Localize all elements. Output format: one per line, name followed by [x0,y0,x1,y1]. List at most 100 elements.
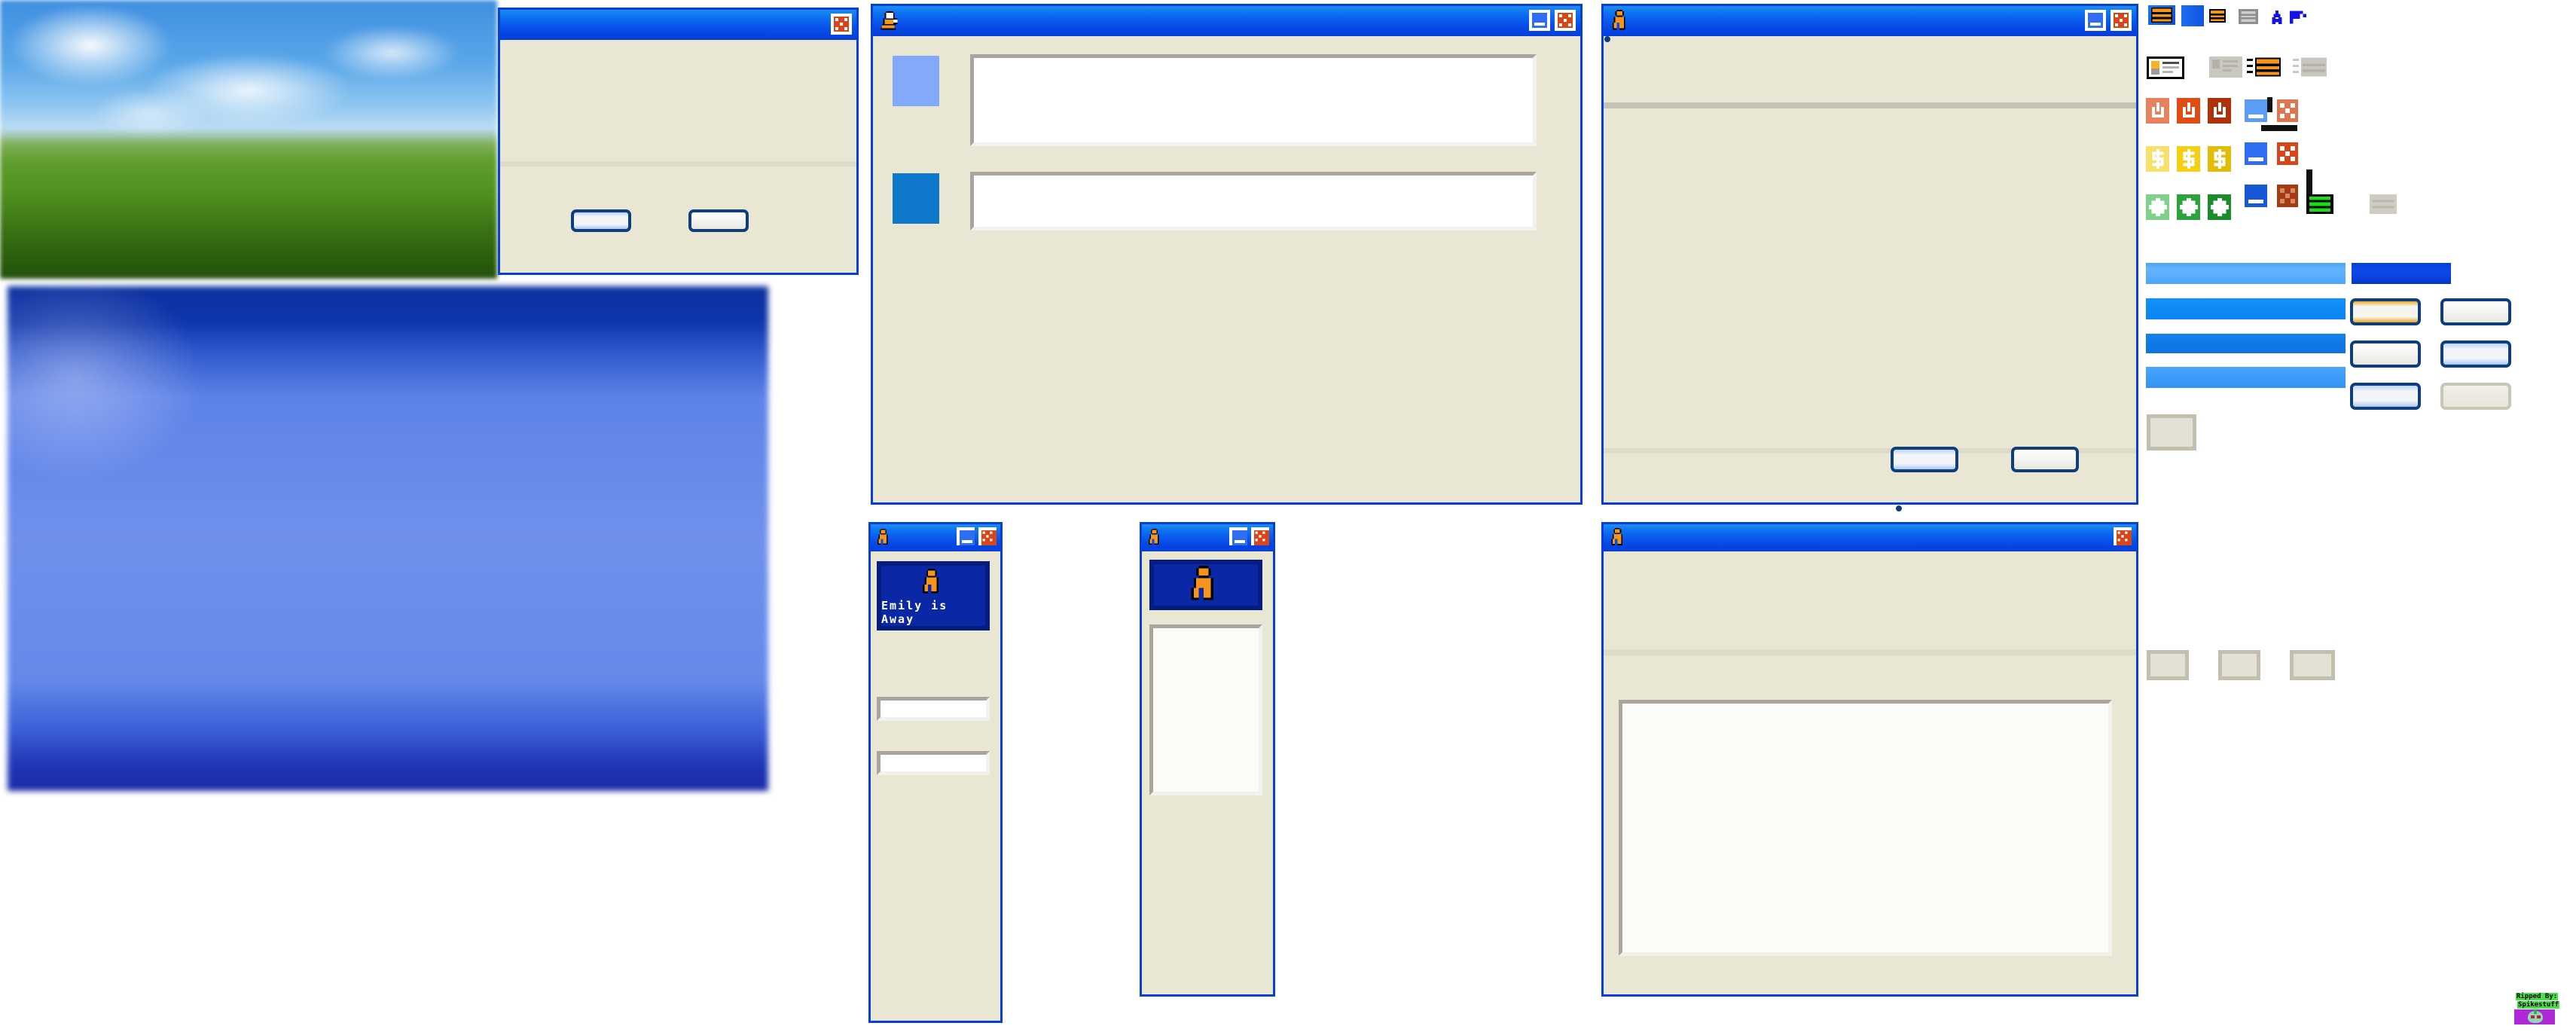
aim-blank-blue-tile[interactable] [2181,5,2204,26]
buddy-list-titlebar[interactable] [1604,6,2136,36]
mail-glyph [2301,57,2327,77]
dialog-small-titlebar[interactable] [500,10,856,40]
snowflake-icon-dark[interactable] [2208,194,2231,220]
tab-swatch-2[interactable] [2218,650,2260,680]
dollar-icon-dark[interactable] [2208,146,2231,172]
signin-window[interactable] [871,4,1583,505]
buddy-list-primary-action-button[interactable] [1891,447,1958,472]
buddy-info-card-disabled-icon[interactable] [2209,56,2242,78]
buddy-list-signon-button[interactable] [1896,505,1902,511]
buddy-small-banner [1149,560,1262,610]
close-icon-dark[interactable] [2277,185,2298,207]
cursor-ibeam-sprite [2261,125,2297,131]
im-window-titlebar[interactable] [1604,524,2136,551]
buddy-list-body [1604,36,2136,511]
button-hot-swatch[interactable] [2350,298,2421,325]
im-window-controls [2114,527,2132,545]
away-splash-window[interactable]: Emily is Away [868,522,1003,1023]
dialog-small-window[interactable] [498,8,859,275]
send-mail-disabled-icon[interactable] [2293,56,2330,79]
snowflake-icon-mid[interactable] [2177,194,2200,220]
tab-swatch-3[interactable] [2290,650,2335,680]
close-glyph [982,531,993,542]
close-icon[interactable] [2114,527,2132,545]
away-splash-field-2[interactable] [877,751,990,775]
buddy-small-list[interactable] [1149,624,1262,795]
tab-swatch-1[interactable] [2147,650,2189,680]
button-disabled-swatch[interactable] [2440,383,2511,410]
screen-name-swatch [893,56,939,106]
im-window-body [1604,551,2136,994]
close-glyph [2117,531,2128,542]
watermark-line2: Spikestuff [2517,1001,2560,1009]
button-normal-swatch[interactable] [2440,298,2511,325]
close-glyph [2280,188,2295,203]
watermark: Ripped By: Spikestuff [2511,978,2570,1024]
dialog-small-secondary-button[interactable] [688,209,749,232]
button-focus-swatch[interactable] [2440,340,2511,368]
im-window-toolbar-separator [1604,649,2136,655]
xp-wallpaper-thumbnail [0,0,497,279]
close-icon[interactable] [831,14,852,35]
minimize-icon-mid[interactable] [2245,142,2267,165]
mail-glyph [2241,11,2256,22]
close-icon[interactable] [1251,527,1269,545]
buddy-list-window[interactable] [1601,4,2138,511]
buddy-small-window[interactable] [1140,522,1275,997]
buddy-small-titlebar[interactable] [1142,524,1273,551]
close-icon[interactable] [2111,10,2132,31]
screen-name-input[interactable] [970,54,1537,146]
close-icon[interactable] [978,527,997,545]
buddy-small-window-controls [1229,527,1269,545]
letter-a-glyph [2269,9,2285,26]
away-splash-titlebar[interactable] [871,524,1000,551]
cursor-caret-sprite [2267,97,2272,112]
aim-mail-tile-blue-icon[interactable] [2148,5,2175,25]
dollar-glyph [2152,149,2164,169]
dollar-icon-mid[interactable] [2177,146,2200,172]
aim-running-man-large-icon [1191,565,1213,600]
aim-running-man-icon [1146,528,1164,548]
away-splash-window-controls [957,527,997,545]
minimize-icon-dark[interactable] [2245,185,2267,207]
snowflake-icon-light[interactable] [2146,194,2169,220]
buddy-small-list-content [1153,628,1259,633]
dialog-small-separator [500,161,856,166]
minimize-icon[interactable] [1229,527,1247,545]
button-pressed-swatch[interactable] [2350,340,2421,368]
close-icon-light[interactable] [2277,99,2298,122]
mail-glyph [2309,197,2330,212]
power-icon-dark[interactable] [2208,98,2231,124]
minimize-icon[interactable] [2085,10,2106,31]
away-splash-body: Emily is Away [871,551,1000,1021]
power-icon-mid[interactable] [2177,98,2200,124]
buddy-list-secondary-action-button[interactable] [2011,447,2079,472]
send-mail-orange-icon[interactable] [2247,56,2285,79]
minimize-icon[interactable] [957,527,975,545]
aim-running-man-white-icon [879,9,902,33]
minimize-icon[interactable] [1529,10,1550,31]
close-glyph [2280,146,2295,161]
close-icon[interactable] [1555,10,1576,31]
minimize-icon-light[interactable] [2245,99,2267,122]
signin-titlebar[interactable] [873,6,1580,36]
buddy-list-primary-button[interactable] [1604,36,1610,42]
close-icon-mid[interactable] [2277,142,2298,165]
mail-glyph [2373,200,2394,209]
button-default-swatch[interactable] [2350,383,2421,410]
aim-running-man-icon [1609,527,1628,548]
signin-body [873,36,1580,502]
aim-mail-small-orange-icon[interactable] [2209,9,2226,23]
mail-glyph [2211,11,2224,21]
mail-green-icon[interactable] [2306,194,2333,214]
power-icon-light[interactable] [2146,98,2169,124]
password-input[interactable] [970,172,1537,231]
dollar-icon-light[interactable] [2146,146,2169,172]
buddy-info-card-icon[interactable] [2147,56,2184,79]
im-window[interactable] [1601,522,2138,997]
mail-grey-large-icon[interactable] [2370,194,2397,214]
dialog-small-primary-button[interactable] [571,209,631,232]
aim-mail-small-grey-icon[interactable] [2239,9,2258,24]
im-transcript[interactable] [1619,700,2112,956]
away-splash-field-1[interactable] [877,697,990,721]
